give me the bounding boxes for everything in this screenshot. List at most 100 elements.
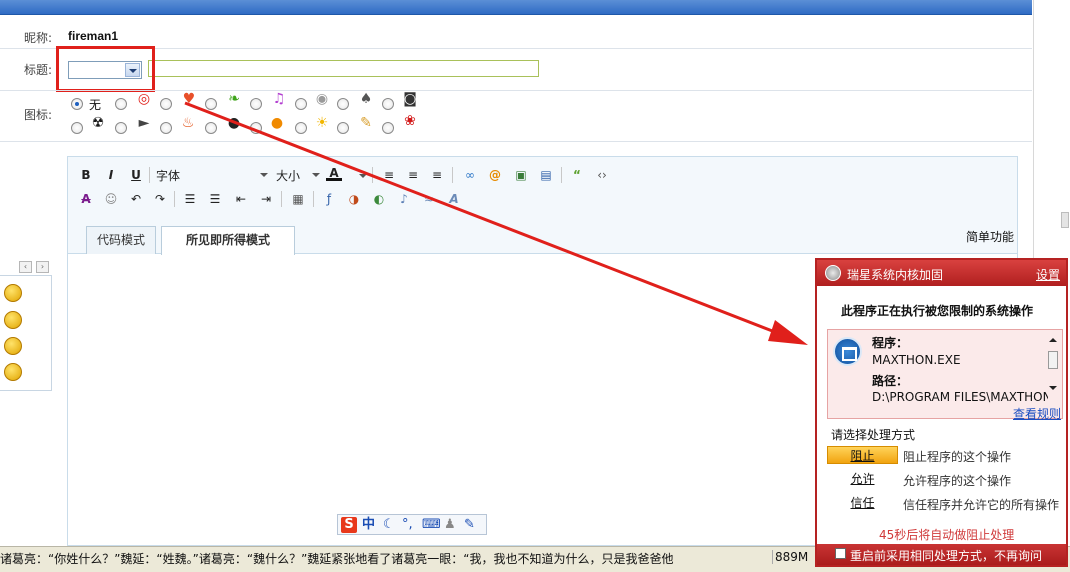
icon-radio-none[interactable]: [71, 98, 83, 110]
scrollbar-thumb[interactable]: [1048, 351, 1058, 369]
punctuation-icon[interactable]: °,: [402, 517, 413, 533]
icon-radio[interactable]: [71, 122, 83, 134]
tab-wysiwyg-mode[interactable]: 所见即所得模式: [161, 226, 295, 255]
clear-format-icon[interactable]: A: [78, 191, 94, 207]
icon-radio[interactable]: [337, 122, 349, 134]
font-select[interactable]: 字体: [156, 167, 268, 183]
icon-radio[interactable]: [160, 98, 172, 110]
leaf-icon: ❧: [228, 91, 240, 107]
wrench-icon[interactable]: ✎: [464, 517, 475, 533]
italic-button[interactable]: I: [103, 167, 119, 183]
icon-radio[interactable]: [250, 122, 262, 134]
moon-icon[interactable]: ☾: [383, 517, 395, 533]
target-icon: ◎: [137, 91, 151, 107]
allow-description: 允许程序的这个操作: [903, 474, 1012, 488]
text-style-icon[interactable]: A: [446, 191, 462, 207]
popup-footer: 重启前采用相同处理方式，不再询问: [817, 544, 1066, 565]
row-divider: [0, 141, 1032, 142]
quote-icon[interactable]: “: [569, 167, 585, 183]
indent-icon[interactable]: ⇥: [258, 191, 274, 207]
play-icon: ►: [138, 115, 150, 131]
flash-icon[interactable]: ƒ: [321, 191, 337, 207]
ime-lang-toggle[interactable]: 中: [362, 517, 375, 533]
align-left-icon[interactable]: ≡: [381, 167, 397, 183]
wave-icon[interactable]: ≈: [421, 191, 437, 207]
scrollbar-thumb[interactable]: [1061, 212, 1069, 228]
smiley-icon[interactable]: [4, 337, 22, 355]
icon-radio[interactable]: [382, 122, 394, 134]
smiley-icon[interactable]: ☺: [103, 191, 119, 207]
icon-radio[interactable]: [295, 122, 307, 134]
icon-none-label: 无: [89, 98, 102, 112]
keyboard-icon[interactable]: ⌨: [422, 517, 441, 533]
undo-icon[interactable]: ↶: [128, 191, 144, 207]
info-scrollbar[interactable]: [1047, 336, 1060, 394]
realplay-icon[interactable]: ◑: [346, 191, 362, 207]
ball-icon: ●: [227, 115, 241, 131]
icon-radio[interactable]: [115, 122, 127, 134]
block-button[interactable]: 阻止: [827, 446, 898, 464]
sogou-logo-icon[interactable]: S: [341, 517, 357, 533]
smiley-prev-button[interactable]: ‹: [19, 261, 32, 273]
icon-radio[interactable]: [160, 122, 172, 134]
align-right-icon[interactable]: ≡: [429, 167, 445, 183]
heart-icon: ♥: [182, 91, 196, 107]
toolbar-separator: [149, 167, 150, 183]
redo-icon[interactable]: ↷: [152, 191, 168, 207]
view-rules-link[interactable]: 查看规则: [1013, 405, 1061, 422]
media-icon[interactable]: ▤: [538, 167, 554, 183]
icon-radio[interactable]: [382, 98, 394, 110]
underline-button[interactable]: U: [128, 167, 144, 183]
cards-icon: ♠: [359, 91, 373, 107]
music-player-icon[interactable]: ♪: [396, 191, 412, 207]
ordered-list-icon[interactable]: ☰: [182, 191, 198, 207]
size-select[interactable]: 大小: [276, 167, 322, 183]
sun-icon: ☀: [315, 115, 329, 131]
unordered-list-icon[interactable]: ☰: [207, 191, 223, 207]
icon-label: 图标:: [24, 108, 53, 122]
icon-radio[interactable]: [115, 98, 127, 110]
outdent-icon[interactable]: ⇤: [233, 191, 249, 207]
icon-radio[interactable]: [205, 122, 217, 134]
table-icon[interactable]: ▦: [290, 191, 306, 207]
chevron-down-icon: [312, 173, 320, 177]
radiation-icon: ☢: [91, 115, 105, 131]
email-icon[interactable]: @: [487, 167, 503, 183]
chevron-down-icon[interactable]: [359, 174, 367, 178]
title-input[interactable]: [148, 60, 539, 77]
smiley-icon[interactable]: [4, 363, 22, 381]
simple-function-link[interactable]: 简单功能: [966, 228, 1014, 245]
toolbar-separator: [372, 167, 373, 183]
smiley-next-button[interactable]: ›: [36, 261, 49, 273]
scroll-down-icon[interactable]: [1049, 386, 1057, 390]
toolbar-separator: [281, 191, 282, 207]
icon-radio[interactable]: [295, 98, 307, 110]
maxthon-app-icon: [833, 337, 862, 366]
settings-link[interactable]: 设置: [1036, 266, 1060, 283]
bold-button[interactable]: B: [78, 167, 94, 183]
allow-button[interactable]: 允许: [827, 470, 898, 488]
music-icon: ♫: [272, 91, 286, 107]
align-center-icon[interactable]: ≡: [405, 167, 421, 183]
trust-button[interactable]: 信任: [827, 494, 898, 512]
font-color-button[interactable]: A: [326, 165, 342, 181]
icon-radio[interactable]: [250, 98, 262, 110]
icon-radio[interactable]: [205, 98, 217, 110]
path-label: 路径：: [872, 374, 909, 388]
trust-description: 信任程序并允许它的所有操作: [903, 498, 1060, 512]
link-icon[interactable]: ∞: [462, 167, 478, 183]
ime-toolbar[interactable]: S 中 ☾ °, ⌨ ♟ ✎: [337, 514, 487, 535]
mediaplay-icon[interactable]: ◐: [371, 191, 387, 207]
smiley-icon[interactable]: [4, 311, 22, 329]
remember-checkbox[interactable]: [835, 548, 846, 559]
smiley-icon[interactable]: [4, 284, 22, 302]
image-icon[interactable]: ▣: [513, 167, 529, 183]
remember-label[interactable]: 重启前采用相同处理方式，不再询问: [850, 547, 1042, 564]
icon-radio[interactable]: [337, 98, 349, 110]
code-icon[interactable]: ‹›: [594, 167, 610, 183]
path-value: D:\PROGRAM FILES\MAXTHON: [872, 390, 1048, 404]
tab-code-mode[interactable]: 代码模式: [86, 226, 156, 254]
user-icon[interactable]: ♟: [444, 517, 456, 533]
size-select-label: 大小: [276, 169, 301, 183]
scroll-up-icon[interactable]: [1049, 338, 1057, 342]
